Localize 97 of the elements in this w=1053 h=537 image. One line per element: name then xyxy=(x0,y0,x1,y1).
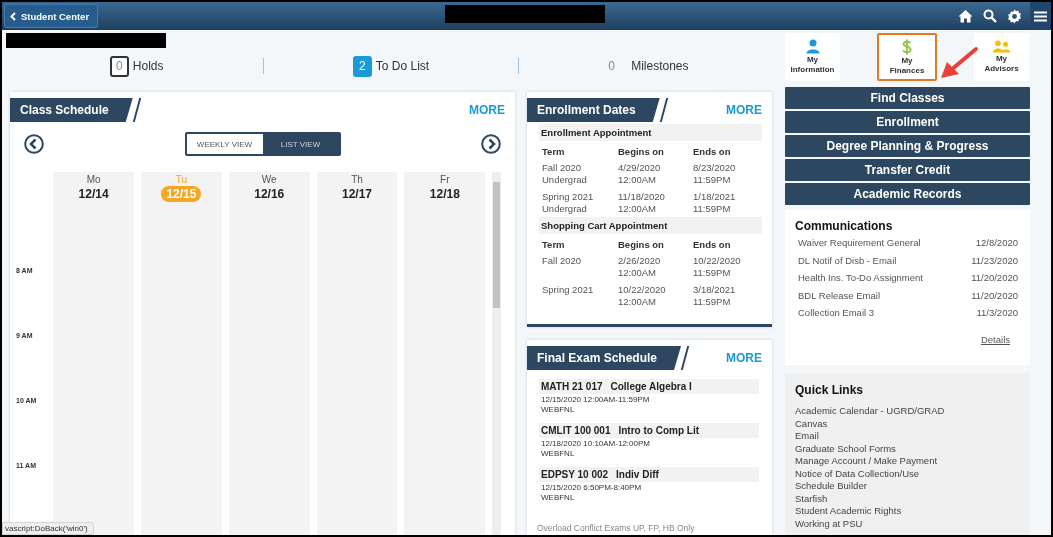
quick-link[interactable]: Graduate School Forms xyxy=(795,442,1020,455)
arrow-annotation xyxy=(939,46,979,80)
day-date: 12/17 xyxy=(341,186,374,202)
quick-link[interactable]: Canvas xyxy=(795,417,1020,430)
table-cell-text: Fall 2020 Undergrad xyxy=(542,162,588,186)
table-cell-text: 3/18/2021 11:59PM xyxy=(693,284,737,308)
exam-location: WEBFNL xyxy=(540,493,576,502)
table-cell-text: Spring 2021 xyxy=(542,284,595,297)
quick-link[interactable]: Working at PSU xyxy=(795,517,1020,530)
home-icon[interactable] xyxy=(958,9,973,23)
day-date: 12/18 xyxy=(428,186,461,202)
view-toggle[interactable]: LIST VIEW xyxy=(262,134,339,154)
quick-link[interactable]: Starfish xyxy=(795,492,1020,505)
table-heading: Shopping Cart Appointment xyxy=(539,217,762,234)
quick-link[interactable]: Manage Account / Make Payment xyxy=(795,455,1020,468)
column-header: Begins on xyxy=(618,146,665,157)
day-name: Mo xyxy=(86,174,101,185)
count-badge: 0 xyxy=(109,55,129,77)
column-header: Term xyxy=(542,146,566,157)
table-cell-text: 10/22/2020 11:59PM xyxy=(693,255,742,279)
course-name: College Algebra I xyxy=(610,381,692,392)
table-cell-text: 2/26/2020 12:00AM xyxy=(618,255,662,279)
day-date: 12/16 xyxy=(253,186,286,202)
stat-label[interactable]: Milestones xyxy=(631,59,689,73)
settings-icon[interactable] xyxy=(1007,8,1022,24)
nav-button[interactable]: Academic Records xyxy=(785,183,1030,205)
chevron-left-icon xyxy=(10,11,16,21)
table-cell-text: 11/18/2020 12:00AM xyxy=(618,191,666,215)
nav-button[interactable]: Find Classes xyxy=(785,87,1030,109)
tile-button[interactable]: My Finances xyxy=(877,33,937,81)
back-button[interactable]: Student Center xyxy=(4,4,99,28)
nav-button[interactable]: Degree Planning & Progress xyxy=(785,135,1030,157)
person-icon xyxy=(805,39,820,54)
quick-link[interactable]: Notice of Data Collection/Use xyxy=(795,467,1020,480)
search-icon[interactable] xyxy=(983,9,997,23)
day-date: 12/14 xyxy=(77,186,110,202)
course-name: Indiv Diff xyxy=(616,469,659,480)
day-name: Fr xyxy=(440,174,450,185)
quick-link[interactable]: Email xyxy=(795,430,1020,443)
count-text: 0 xyxy=(607,58,616,75)
column-header: Ends on xyxy=(693,239,732,250)
course-code: MATH 21 017 xyxy=(541,381,603,392)
day-name: We xyxy=(261,174,277,185)
course-name: Intro to Comp Lit xyxy=(618,425,700,436)
details-link[interactable]: Details xyxy=(980,333,1010,345)
day-name: Th xyxy=(351,174,363,185)
exam-note: Overload Conflict Exams UP, FP, HB Only xyxy=(537,523,696,533)
exam-time: 12/18/2020 10:10AM-12:00PM xyxy=(540,439,651,448)
section-heading: Communications xyxy=(795,219,894,233)
dollar-icon xyxy=(902,38,912,55)
message-subject[interactable]: BDL Release Email xyxy=(798,289,972,301)
message-date: 11/23/2020 xyxy=(971,254,1018,266)
table-cell-text: 10/22/2020 12:00AM xyxy=(618,284,667,308)
table-cell-text: Spring 2021 Undergrad xyxy=(542,191,595,215)
exam-location: WEBFNL xyxy=(540,449,576,458)
column-header: Term xyxy=(542,239,566,250)
people-icon xyxy=(992,40,1011,53)
day-name: Tu xyxy=(175,174,188,185)
table-cell-text: 4/29/2020 12:00AM xyxy=(618,162,662,186)
message-subject[interactable]: Health Ins. To-Do Assignment xyxy=(798,272,972,284)
stat-label[interactable]: Holds xyxy=(132,59,164,73)
status-bar-url: vascript:DoBack('win0') xyxy=(2,522,94,535)
exam-location: WEBFNL xyxy=(540,405,576,414)
section-title: Class Schedule xyxy=(10,98,133,122)
table-cell-text: 8/23/2020 11:59PM xyxy=(693,162,737,186)
exam-time: 12/15/2020 12:00AM-11:59PM xyxy=(540,395,651,404)
nav-button[interactable]: Enrollment xyxy=(785,111,1030,133)
message-date: 12/8/2020 xyxy=(975,237,1018,249)
day-date: 12/15 xyxy=(161,186,202,202)
course-code: EDPSY 10 002 xyxy=(541,469,609,480)
column-header: Ends on xyxy=(693,146,732,157)
message-date: 11/20/2020 xyxy=(971,272,1018,284)
message-subject[interactable]: Waiver Requirement General xyxy=(798,237,976,249)
message-subject[interactable]: DL Notif of Disb - Email xyxy=(798,254,972,266)
message-subject[interactable]: Collection Email 3 xyxy=(798,307,977,319)
tile-button[interactable]: My Advisors xyxy=(974,33,1029,81)
section-heading: Quick Links xyxy=(795,383,865,397)
stat-label[interactable]: To Do List xyxy=(375,59,430,73)
nav-button[interactable]: Transfer Credit xyxy=(785,159,1030,181)
column-header: Begins on xyxy=(618,239,665,250)
message-date: 11/3/2020 xyxy=(976,307,1018,319)
section-title: Final Exam Schedule xyxy=(527,346,682,370)
exam-time: 12/15/2020 6:50PM-8:40PM xyxy=(540,483,643,492)
course-code: CMLIT 100 001 xyxy=(541,425,611,436)
section-title: Enrollment Dates xyxy=(527,98,660,122)
message-date: 11/20/2020 xyxy=(971,289,1018,301)
table-cell-text: 1/18/2021 11:59PM xyxy=(693,191,737,215)
table-cell-text: Fall 2020 xyxy=(542,255,583,268)
tile-button[interactable]: My Information xyxy=(785,33,840,81)
quick-link[interactable]: Academic Calendar - UGRD/GRAD xyxy=(795,405,1020,418)
menu-icon[interactable] xyxy=(1034,10,1047,22)
chevron-right-icon[interactable] xyxy=(481,134,501,154)
quick-link[interactable]: Student Academic Rights xyxy=(795,505,1020,518)
chevron-left-icon[interactable] xyxy=(24,134,44,154)
quick-link[interactable]: Schedule Builder xyxy=(795,480,1020,493)
count-badge: 2 xyxy=(352,55,372,77)
table-heading: Enrollment Appointment xyxy=(539,124,762,141)
